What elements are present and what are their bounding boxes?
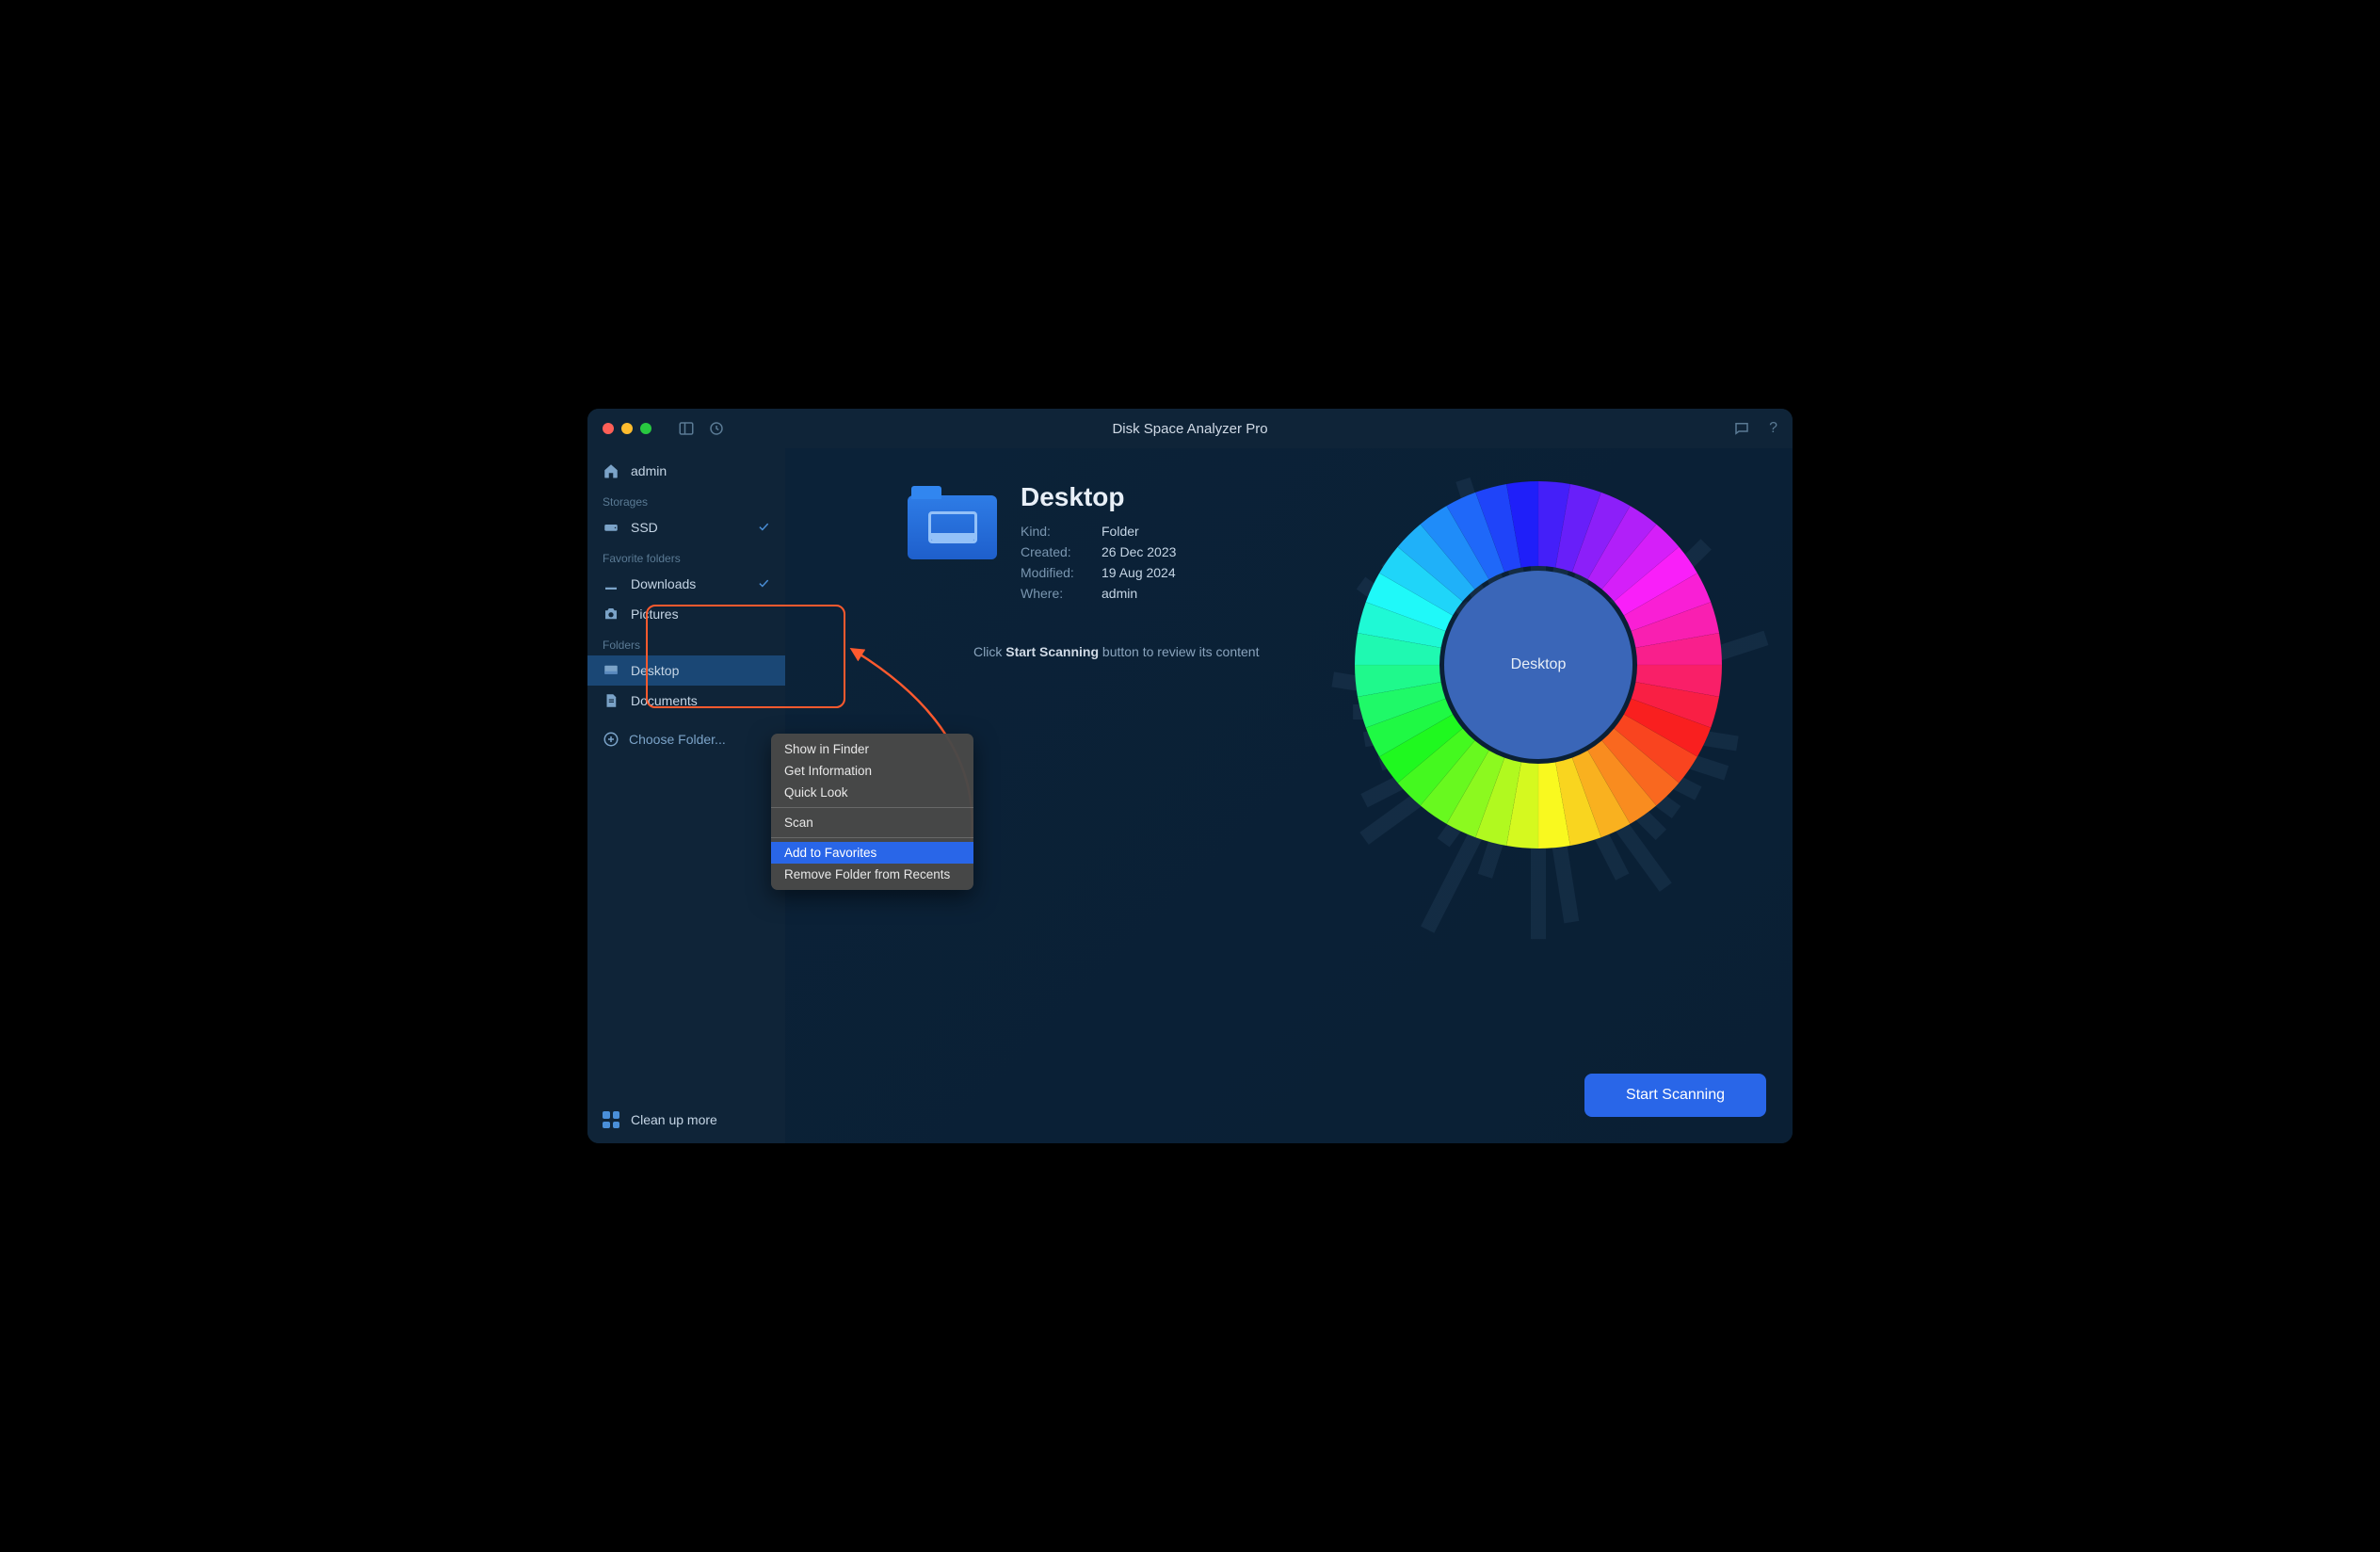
titlebar: Disk Space Analyzer Pro ? [587, 409, 1793, 448]
ctx-quick-look[interactable]: Quick Look [771, 782, 973, 803]
chart-center-label: Desktop [1511, 656, 1567, 673]
sidebar-section-favorites: Favorite folders [587, 542, 785, 569]
details-row: Modified: 19 Aug 2024 [1021, 565, 1284, 580]
cleanup-more-button[interactable]: Clean up more [587, 1096, 785, 1143]
window-controls [603, 423, 651, 434]
ctx-separator [771, 837, 973, 838]
start-scanning-button[interactable]: Start Scanning [1584, 1074, 1766, 1117]
details-label: Where: [1021, 586, 1086, 601]
app-window: Disk Space Analyzer Pro ? admin Storages… [587, 409, 1793, 1143]
sidebar-item-ssd[interactable]: SSD [587, 512, 785, 542]
sidebar-section-folders: Folders [587, 629, 785, 655]
choose-folder-label: Choose Folder... [629, 732, 726, 747]
details-row: Kind: Folder [1021, 524, 1284, 539]
sidebar-item-pictures[interactable]: Pictures [587, 599, 785, 629]
scan-hint: Click Start Scanning button to review it… [973, 644, 1284, 659]
sidebar-item-label: SSD [631, 520, 658, 535]
feedback-icon[interactable] [1733, 420, 1750, 437]
app-title: Disk Space Analyzer Pro [1112, 421, 1267, 437]
sidebar-item-label: Documents [631, 693, 698, 708]
details-label: Modified: [1021, 565, 1086, 580]
sidebar-item-downloads[interactable]: Downloads [587, 569, 785, 599]
details-row: Created: 26 Dec 2023 [1021, 544, 1284, 559]
ctx-remove-from-recents[interactable]: Remove Folder from Recents [771, 864, 973, 885]
help-icon[interactable]: ? [1769, 420, 1777, 437]
details-value: 19 Aug 2024 [1102, 565, 1176, 580]
sidebar: admin Storages SSD Favorite folders Down… [587, 448, 785, 1143]
ctx-get-information[interactable]: Get Information [771, 760, 973, 782]
context-menu: Show in Finder Get Information Quick Loo… [771, 734, 973, 890]
check-icon [757, 576, 770, 592]
drive-icon [603, 519, 619, 536]
toggle-sidebar-icon[interactable] [678, 420, 695, 437]
sidebar-item-desktop[interactable]: Desktop [587, 655, 785, 686]
sidebar-item-home[interactable]: admin [587, 456, 785, 486]
camera-icon [603, 606, 619, 622]
document-icon [603, 692, 619, 709]
details-value: admin [1102, 586, 1137, 601]
sidebar-item-label: Pictures [631, 606, 679, 622]
details-value: Folder [1102, 524, 1139, 539]
sidebar-item-label: Desktop [631, 663, 679, 678]
choose-folder-button[interactable]: Choose Folder... [587, 723, 785, 755]
downloads-icon [603, 575, 619, 592]
details-value: 26 Dec 2023 [1102, 544, 1176, 559]
close-window-button[interactable] [603, 423, 614, 434]
minimize-window-button[interactable] [621, 423, 633, 434]
details-title: Desktop [1021, 482, 1284, 512]
apps-grid-icon [603, 1111, 619, 1128]
folder-preview-icon [908, 495, 1002, 571]
details-row: Where: admin [1021, 586, 1284, 601]
plus-circle-icon [603, 731, 619, 748]
ctx-separator [771, 807, 973, 808]
ctx-scan[interactable]: Scan [771, 812, 973, 833]
clock-icon[interactable] [708, 420, 725, 437]
sidebar-section-storages: Storages [587, 486, 785, 512]
desktop-icon [603, 662, 619, 679]
sunburst-chart: Desktop [1284, 448, 1793, 1143]
home-icon [603, 462, 619, 479]
zoom-window-button[interactable] [640, 423, 651, 434]
chart-center: Desktop [1350, 477, 1727, 853]
details-label: Kind: [1021, 524, 1086, 539]
ctx-add-to-favorites[interactable]: Add to Favorites [771, 842, 973, 864]
ctx-show-in-finder[interactable]: Show in Finder [771, 738, 973, 760]
sidebar-item-label: admin [631, 463, 667, 478]
cleanup-label: Clean up more [631, 1112, 717, 1127]
details-label: Created: [1021, 544, 1086, 559]
check-icon [757, 520, 770, 536]
sidebar-item-label: Downloads [631, 576, 696, 591]
sidebar-item-documents[interactable]: Documents [587, 686, 785, 716]
